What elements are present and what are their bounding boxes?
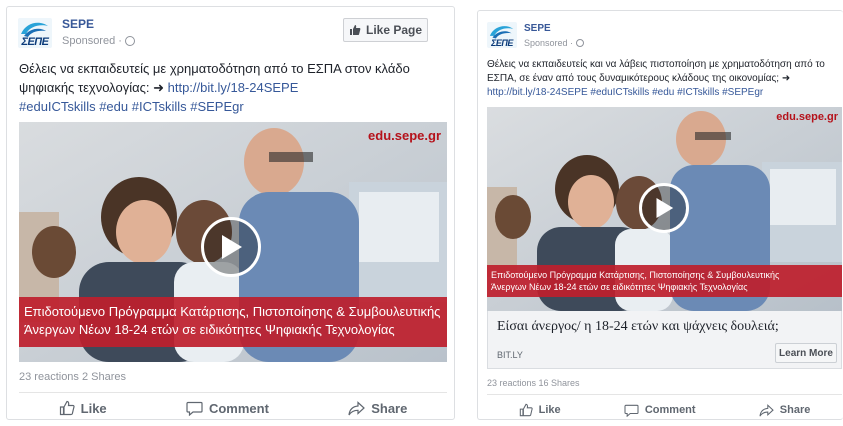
post-link[interactable]: http://bit.ly/18-24SEPE (168, 80, 299, 95)
link-preview[interactable]: Είσαι άνεργος/ η 18-24 ετών και ψάχνεις … (487, 311, 842, 369)
post-actions: Like Comment Share (487, 402, 842, 418)
comment-button[interactable]: Comment (186, 401, 269, 416)
share-icon (759, 403, 774, 416)
sponsored-post-card: ΣΕΠΕ SEPE Sponsored · Θέλεις να εκπαιδευ… (477, 10, 843, 420)
play-button[interactable] (201, 217, 261, 277)
sponsored-post-card: ΣΕΠΕ SEPE Sponsored · Like Page Θέλεις ν… (6, 6, 455, 420)
link-headline[interactable]: Είσαι άνεργος/ η 18-24 ετών και ψάχνεις … (497, 319, 779, 335)
reactions-count[interactable]: 23 reactions 16 Shares (487, 378, 580, 388)
sponsored-label: Sponsored · (524, 38, 585, 48)
video-media[interactable]: edu.sepe.gr Επιδοτούμενο Πρόγραμμα Κατάρ… (487, 107, 842, 311)
like-button[interactable]: Like (59, 400, 107, 416)
thumbs-up-icon (519, 403, 533, 417)
sponsored-label: Sponsored · (62, 35, 135, 47)
play-icon (656, 198, 674, 218)
page-logo[interactable]: ΣΕΠΕ (18, 18, 52, 48)
video-banner: Επιδοτούμενο Πρόγραμμα Κατάρτισης, Πιστο… (19, 297, 447, 347)
share-button[interactable]: Share (348, 401, 407, 416)
share-button[interactable]: Share (759, 403, 810, 417)
thumbs-up-icon (59, 400, 75, 416)
comment-button[interactable]: Comment (624, 404, 696, 417)
like-page-button[interactable]: Like Page (343, 18, 428, 42)
post-link[interactable]: http://bit.ly/18-24SEPE #eduICTskills #e… (487, 86, 843, 100)
learn-more-button[interactable]: Learn More (775, 343, 837, 363)
globe-icon (124, 36, 135, 46)
page-logo[interactable]: ΣΕΠΕ (487, 22, 517, 48)
share-icon (348, 400, 366, 415)
thumbs-up-icon (349, 25, 361, 35)
brand-url: edu.sepe.gr (368, 128, 441, 143)
video-banner: Επιδοτούμενο Πρόγραμμα Κατάρτισης, Πιστο… (487, 265, 842, 297)
video-media[interactable]: edu.sepe.gr Επιδοτούμενο Πρόγραμμα Κατάρ… (19, 122, 447, 362)
reactions-count[interactable]: 23 reactions 2 Shares (19, 371, 126, 383)
post-body: Θέλεις να εκπαιδευτείς και να λάβεις πισ… (487, 58, 843, 100)
hashtags[interactable]: #eduICTskills #edu #ICTskills #SEPEgr (19, 97, 449, 116)
divider (19, 392, 447, 393)
play-icon (222, 235, 242, 259)
link-domain: BIT.LY (497, 350, 523, 360)
comment-icon (624, 404, 639, 417)
post-actions: Like Comment Share (19, 399, 447, 417)
page-name[interactable]: SEPE (62, 17, 94, 31)
post-body: Θέλεις να εκπαιδευτείς με χρηματοδότηση … (19, 59, 449, 116)
comment-icon (186, 401, 203, 416)
globe-icon (576, 39, 585, 47)
brand-url: edu.sepe.gr (776, 111, 838, 123)
divider (487, 394, 842, 395)
page-name[interactable]: SEPE (524, 23, 551, 34)
play-button[interactable] (639, 183, 689, 233)
like-button[interactable]: Like (519, 403, 561, 417)
